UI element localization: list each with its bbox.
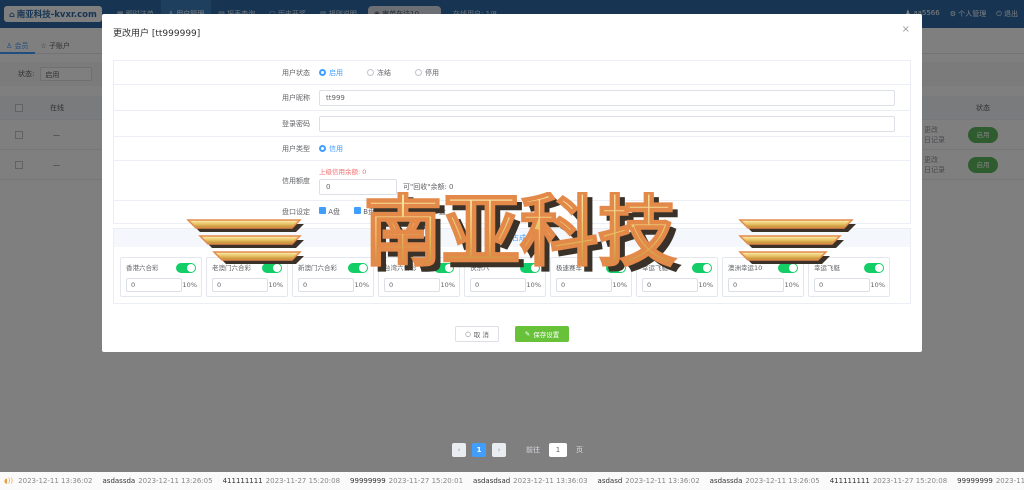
status-label: 用户状态	[282, 68, 310, 77]
credit-label: 信用额度	[282, 176, 310, 185]
login-ticker: ◖)) 2023-12-11 13:36:02 asdassda 2023-12-…	[0, 472, 1024, 490]
share-input[interactable]: 0	[470, 278, 526, 292]
share-input[interactable]: 0	[814, 278, 870, 292]
watermark-text: 南亚科技	[364, 192, 676, 274]
edit-icon: ✎	[524, 330, 531, 338]
status-radio-disabled[interactable]: 停用	[415, 68, 439, 78]
ticker-item: asdasd 2023-12-11 13:36:02	[597, 477, 700, 485]
type-row: 用户类型 信用	[114, 137, 910, 161]
wing-right	[738, 219, 856, 264]
next-page-button[interactable]: ›	[492, 443, 506, 457]
nickname-row: 用户昵称 tt999	[114, 85, 910, 111]
ticker-item: 2023-12-11 13:36:02	[18, 477, 93, 485]
ticker-item: asdassda 2023-12-11 13:26:05	[709, 477, 820, 485]
ticker-item: 411111111 2023-11-27 15:20:08	[222, 477, 341, 485]
share-input[interactable]: 0	[298, 278, 354, 292]
prev-page-button[interactable]: ‹	[452, 443, 466, 457]
type-label: 用户类型	[282, 144, 310, 153]
speaker-icon: ◖))	[4, 477, 14, 485]
ticker-item: asdassda 2023-12-11 13:26:05	[102, 477, 213, 485]
circle-icon: ○	[465, 330, 471, 338]
watermark-logo: 南亚科技 南亚科技	[186, 192, 856, 274]
lottery-toggle[interactable]	[864, 263, 884, 273]
upper-credit-balance: 上级信用余额: 0	[319, 168, 367, 176]
share-input[interactable]: 0	[728, 278, 784, 292]
edit-user-dialog: 更改用户 [tt999999] × 用户状态 启用 冻结 停用 用户昵称 tt9…	[102, 14, 922, 352]
share-input[interactable]: 0	[384, 278, 440, 292]
ticker-item: 999999992023-11-27 15:20:01	[957, 477, 1024, 485]
status-row: 用户状态 启用 冻结 停用	[114, 61, 910, 85]
status-radio-frozen[interactable]: 冻结	[367, 68, 391, 78]
cancel-button[interactable]: ○ 取 消	[455, 326, 499, 342]
nickname-label: 用户昵称	[282, 93, 310, 102]
page-number[interactable]: 1	[472, 443, 486, 457]
nickname-input[interactable]: tt999	[319, 89, 895, 106]
ticker-item: 999999992023-11-27 15:20:01	[350, 477, 464, 485]
radio-dot-icon	[367, 69, 374, 76]
pagination: ‹ 1 › 前往 1 页	[452, 443, 583, 457]
radio-dot-icon	[319, 145, 326, 152]
save-button[interactable]: ✎ 保存设置	[515, 326, 569, 342]
goto-label: 前往	[526, 446, 540, 454]
password-label: 登录密码	[282, 119, 310, 128]
page-unit: 页	[576, 446, 583, 454]
radio-dot-icon	[319, 69, 326, 76]
ticker-item: asdasdsad 2023-12-11 13:36:03	[473, 477, 588, 485]
close-icon[interactable]: ×	[902, 24, 910, 35]
share-input[interactable]: 0	[212, 278, 268, 292]
password-row: 登录密码	[114, 111, 910, 137]
radio-dot-icon	[415, 69, 422, 76]
status-radio-enabled[interactable]: 启用	[319, 68, 343, 78]
ticker-item: 411111111 2023-11-27 15:20:08	[829, 477, 948, 485]
share-input[interactable]: 0	[642, 278, 698, 292]
password-input[interactable]	[319, 115, 895, 132]
dialog-title: 更改用户 [tt999999]	[113, 29, 201, 39]
dialog-footer: ○ 取 消 ✎ 保存设置	[102, 326, 922, 342]
recallable-balance: 可"回收"余额: 0	[403, 183, 454, 191]
share-input[interactable]: 0	[126, 278, 182, 292]
share-input[interactable]: 0	[556, 278, 612, 292]
goto-page-input[interactable]: 1	[549, 443, 567, 457]
type-radio-credit[interactable]: 信用	[319, 144, 343, 154]
wing-left	[186, 219, 304, 264]
